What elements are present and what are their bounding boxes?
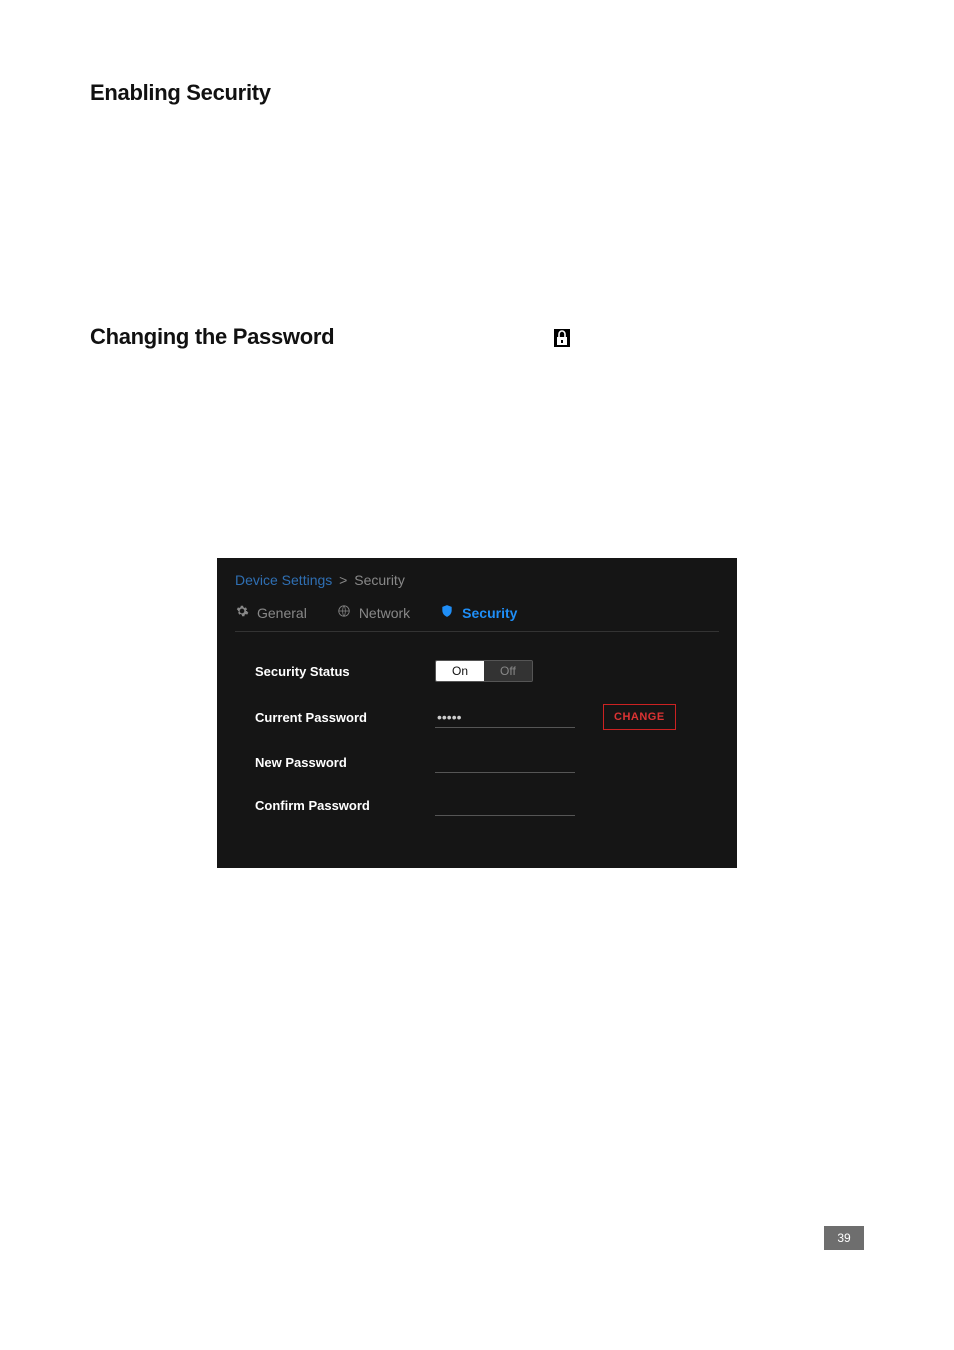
figure-caption: Figure 37: Security Tab – Changing the P…	[90, 878, 864, 893]
label-confirm-password: Confirm Password	[255, 798, 435, 813]
footer-left-text: KDS-8-MNGR – Embedded Web Pages	[90, 1231, 303, 1245]
tab-security-label: Security	[462, 605, 517, 621]
label-current-password: Current Password	[255, 710, 435, 725]
settings-tabs: General Network Security	[235, 600, 719, 632]
current-password-input[interactable]	[435, 707, 575, 728]
row-current-password: Current Password CHANGE	[255, 704, 709, 730]
tab-network[interactable]: Network	[337, 604, 410, 621]
breadcrumb: Device Settings > Security	[235, 572, 719, 600]
tab-general-label: General	[257, 605, 307, 621]
gear-icon	[235, 604, 249, 621]
shield-icon	[440, 604, 454, 621]
breadcrumb-separator: >	[339, 572, 347, 588]
tab-general[interactable]: General	[235, 604, 307, 621]
change-button[interactable]: CHANGE	[603, 704, 676, 730]
new-password-input[interactable]	[435, 752, 575, 773]
heading-enabling-security: Enabling Security	[90, 80, 864, 106]
toggle-on[interactable]: On	[436, 661, 484, 681]
settings-figure: Device Settings > Security General Netwo…	[90, 558, 864, 868]
security-settings-panel: Device Settings > Security General Netwo…	[217, 558, 737, 868]
label-security-status: Security Status	[255, 664, 435, 679]
security-status-toggle[interactable]: On Off	[435, 660, 533, 682]
tab-network-label: Network	[359, 605, 410, 621]
page-footer: KDS-8-MNGR – Embedded Web Pages 39	[90, 1226, 864, 1250]
lock-icon	[554, 329, 570, 352]
toggle-off[interactable]: Off	[484, 661, 532, 681]
row-new-password: New Password	[255, 752, 709, 773]
heading-changing-password: Changing the Password	[90, 324, 864, 350]
row-confirm-password: Confirm Password	[255, 795, 709, 816]
label-new-password: New Password	[255, 755, 435, 770]
row-security-status: Security Status On Off	[255, 660, 709, 682]
breadcrumb-root[interactable]: Device Settings	[235, 572, 332, 588]
confirm-password-input[interactable]	[435, 795, 575, 816]
tab-security[interactable]: Security	[440, 604, 517, 621]
page-number-badge: 39	[824, 1226, 864, 1250]
breadcrumb-current: Security	[354, 572, 405, 588]
network-icon	[337, 604, 351, 621]
